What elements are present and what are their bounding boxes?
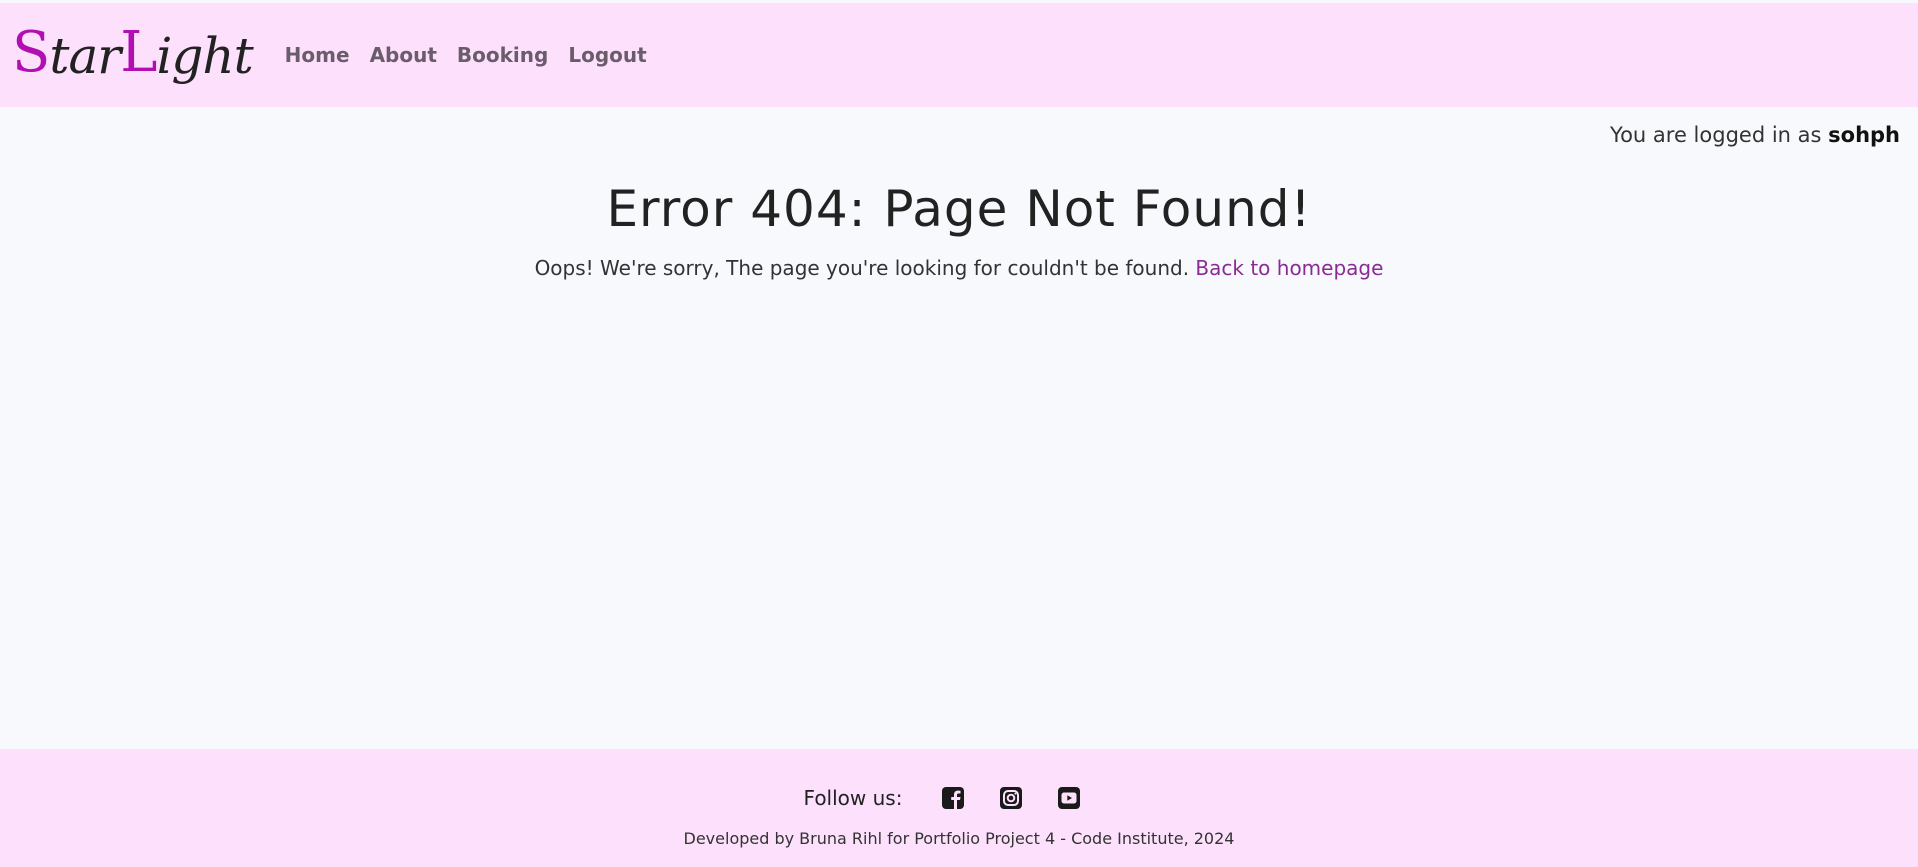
nav-link-booking[interactable]: Booking [447,43,558,67]
nav-link-logout[interactable]: Logout [558,43,656,67]
login-status-prefix: You are logged in as [1610,123,1829,147]
facebook-icon[interactable] [940,785,966,811]
brand-text-ight: ight [156,27,253,85]
login-username: sohph [1828,123,1900,147]
navbar: Star Light Home About Booking Logout [0,3,1918,107]
instagram-icon[interactable] [998,785,1024,811]
footer: Follow us: Developed by Bruna Rihl for P… [0,749,1918,867]
nav-link-about[interactable]: About [360,43,447,67]
login-status: You are logged in as sohph [1610,123,1900,147]
back-to-homepage-link[interactable]: Back to homepage [1195,256,1383,280]
error-message: Oops! We're sorry, The page you're looki… [0,256,1918,280]
brand-letter-s: S [12,20,50,85]
page: Star Light Home About Booking Logout You … [0,0,1918,867]
brand-letter-l: L [120,20,157,85]
nav-links: Home About Booking Logout [275,43,657,67]
follow-label: Follow us: [803,786,903,810]
error-message-text: Oops! We're sorry, The page you're looki… [534,256,1196,280]
nav-link-home[interactable]: Home [275,43,360,67]
brand-logo[interactable]: Star Light [12,20,254,85]
main-content: Error 404: Page Not Found! Oops! We're s… [0,180,1918,300]
follow-row: Follow us: [0,785,1918,811]
brand-text-tar: tar [49,27,121,85]
footer-credits: Developed by Bruna Rihl for Portfolio Pr… [683,829,1235,848]
page-title: Error 404: Page Not Found! [606,180,1312,238]
youtube-icon[interactable] [1056,785,1082,811]
